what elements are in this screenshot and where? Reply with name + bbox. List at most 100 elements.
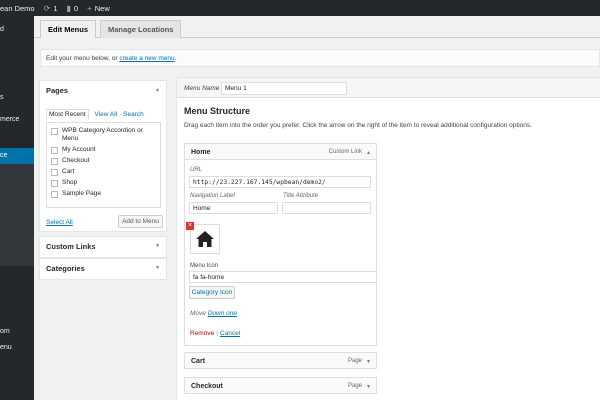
manage-menus-bar: Edit your menu below, or create a new me… xyxy=(40,49,600,67)
menu-item-home[interactable]: Home Custom Link ▲ xyxy=(184,143,377,160)
comment-icon: ▮ xyxy=(66,3,71,13)
pages-metabox-header[interactable]: Pages ▲ xyxy=(40,81,166,100)
categories-header[interactable]: Categories ▼ xyxy=(40,259,166,278)
custom-links-metabox[interactable]: Custom Links ▼ xyxy=(39,236,167,258)
tab-view-all[interactable]: View All xyxy=(95,109,118,120)
item-actions: Remove | Cancel xyxy=(190,330,240,337)
menu-structure-title: Menu Structure xyxy=(184,106,251,116)
menu-item-type: Custom Link xyxy=(328,149,362,155)
admin-menu-item[interactable]: enu xyxy=(0,344,12,351)
admin-menu: d s merce ce om enu xyxy=(0,16,34,400)
menu-icon-input[interactable]: fa fa-home xyxy=(189,271,377,283)
menu-name-label: Menu Name xyxy=(184,85,220,92)
cancel-link[interactable]: Cancel xyxy=(220,330,240,337)
comments-count: 0 xyxy=(73,3,79,13)
title-attribute-label: Title Attribute xyxy=(283,193,319,199)
admin-menu-item[interactable]: merce xyxy=(0,116,19,123)
manage-suffix: . xyxy=(174,55,177,62)
list-item[interactable]: Sample Page xyxy=(51,190,156,198)
url-input[interactable]: http://23.227.167.145/wpbean/demo2/ xyxy=(189,176,371,188)
remove-link[interactable]: Remove xyxy=(190,330,214,337)
separator: | xyxy=(216,330,218,337)
admin-menu-item[interactable]: s xyxy=(0,94,4,101)
url-label: URL xyxy=(190,167,203,173)
pages-checklist: WPB Category Accordion or Menu My Accoun… xyxy=(46,122,161,208)
menu-item-cart[interactable]: Cart Page ▼ xyxy=(184,352,377,369)
home-icon xyxy=(196,231,214,247)
tab-search[interactable]: Search xyxy=(123,109,144,120)
page-checkbox[interactable] xyxy=(51,190,58,198)
categories-metabox[interactable]: Categories ▼ xyxy=(39,258,167,280)
site-name: ean Demo xyxy=(0,3,35,13)
refresh-icon: ⟳ xyxy=(43,3,51,13)
page-checkbox[interactable] xyxy=(51,168,58,176)
page-label: WPB Category Accordion or Menu xyxy=(62,127,143,142)
admin-menu-item-label: ce xyxy=(0,152,8,159)
collapse-down-icon[interactable]: ▼ xyxy=(155,265,160,271)
page-label: Checkout xyxy=(62,157,90,164)
admin-menu-item[interactable]: om xyxy=(0,328,10,335)
custom-links-title: Custom Links xyxy=(46,242,96,251)
page-label: Shop xyxy=(62,179,78,186)
move-row: Move Down one xyxy=(190,310,237,317)
title-attribute-input[interactable] xyxy=(282,202,371,214)
menu-icon-preview xyxy=(190,224,220,254)
page-label: Sample Page xyxy=(62,190,102,197)
new-content-link[interactable]: + New xyxy=(87,4,110,13)
plus-icon: + xyxy=(87,3,92,13)
collapse-down-icon[interactable]: ▼ xyxy=(155,243,160,249)
admin-bar: ean Demo ⟳ 1 ▮ 0 + New xyxy=(0,0,600,16)
menu-icon-label: Menu Icon xyxy=(190,263,219,269)
collapse-up-icon[interactable]: ▲ xyxy=(366,150,371,156)
new-label: New xyxy=(94,3,110,13)
page-label: My Account xyxy=(62,146,96,153)
updates-link[interactable]: ⟳ 1 xyxy=(44,4,58,13)
pages-metabox: Pages ▲ Most Recent View All Search WPB … xyxy=(39,80,167,232)
list-item[interactable]: WPB Category Accordion or Menu xyxy=(51,127,156,143)
nav-label-label: Navigation Label xyxy=(190,193,235,199)
move-label: Move xyxy=(190,310,206,317)
expand-down-icon[interactable]: ▼ xyxy=(366,359,371,365)
collapse-up-icon[interactable]: ▲ xyxy=(155,87,160,93)
updates-count: 1 xyxy=(53,3,58,13)
expand-down-icon[interactable]: ▼ xyxy=(366,384,371,390)
select-all-link[interactable]: Select All xyxy=(46,219,73,226)
menu-item-title: Cart xyxy=(191,358,206,365)
manage-text: Edit your menu below, or xyxy=(46,55,120,62)
categories-title: Categories xyxy=(46,264,85,273)
create-new-menu-link[interactable]: create a new menu xyxy=(119,55,174,62)
page-label: Cart xyxy=(62,168,75,175)
site-name-link[interactable]: ean Demo xyxy=(0,4,35,13)
pages-metabox-title: Pages xyxy=(46,86,69,95)
menu-item-type: Page xyxy=(347,358,362,364)
tab-edit-menus[interactable]: Edit Menus xyxy=(40,20,97,38)
list-item[interactable]: Checkout xyxy=(51,157,156,165)
page-checkbox[interactable] xyxy=(51,179,58,187)
menu-item-title: Checkout xyxy=(191,383,223,390)
nav-tabs: Edit Menus Manage Locations xyxy=(40,20,185,38)
admin-menu-item-current[interactable]: ce xyxy=(0,148,34,164)
menu-name-input[interactable]: Menu 1 xyxy=(221,82,347,95)
custom-links-header[interactable]: Custom Links ▼ xyxy=(40,237,166,256)
page-checkbox[interactable] xyxy=(51,146,58,154)
list-item[interactable]: Cart xyxy=(51,168,156,176)
comments-link[interactable]: ▮ 0 xyxy=(66,4,78,13)
tab-manage-locations[interactable]: Manage Locations xyxy=(100,20,182,38)
menu-item-checkout[interactable]: Checkout Page ▼ xyxy=(184,377,377,394)
list-item[interactable]: Shop xyxy=(51,179,156,187)
menu-instructions: Drag each item into the order you prefer… xyxy=(184,122,532,129)
menu-item-type: Page xyxy=(347,383,362,389)
admin-submenu xyxy=(0,164,34,266)
remove-icon[interactable]: × xyxy=(186,222,194,230)
list-item[interactable]: My Account xyxy=(51,146,156,154)
nav-label-input[interactable]: Home xyxy=(189,202,278,214)
tab-most-recent[interactable]: Most Recent xyxy=(46,109,89,120)
page-checkbox[interactable] xyxy=(51,157,58,165)
page-checkbox[interactable] xyxy=(51,127,58,135)
move-down-link[interactable]: Down one xyxy=(208,310,237,317)
pages-tabs: Most Recent View All Search xyxy=(46,109,150,120)
category-icon-button[interactable]: Category Icon xyxy=(189,286,235,299)
admin-menu-item[interactable]: d xyxy=(0,26,4,33)
add-to-menu-button[interactable]: Add to Menu xyxy=(118,215,163,228)
menu-item-title: Home xyxy=(191,149,211,156)
